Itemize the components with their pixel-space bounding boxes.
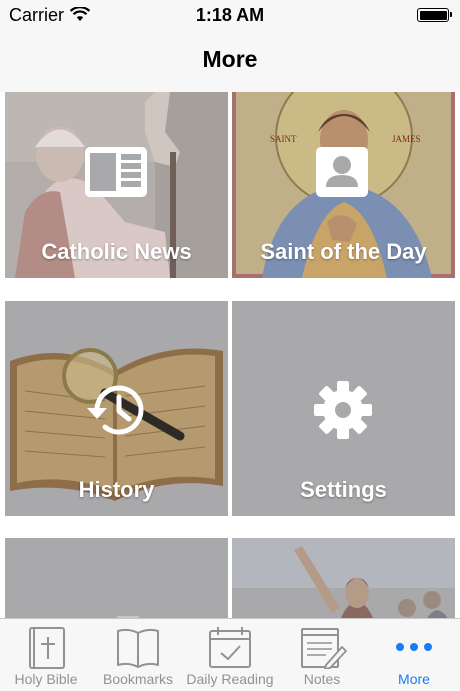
tile-6[interactable] bbox=[232, 538, 455, 618]
history-icon bbox=[87, 385, 144, 435]
tile-5[interactable] bbox=[5, 538, 228, 618]
tile-label: Catholic News bbox=[41, 239, 192, 264]
tab-label: Notes bbox=[303, 671, 341, 687]
tile-label: Saint of the Day bbox=[260, 239, 427, 264]
tile-saint-of-the-day[interactable]: SAINT JAMES Saint of the Day bbox=[232, 92, 455, 278]
tile-label: Settings bbox=[300, 477, 387, 502]
notes-icon bbox=[301, 628, 347, 669]
tab-holy-bible[interactable]: Holy Bible bbox=[0, 619, 92, 691]
more-dots-icon bbox=[396, 643, 432, 651]
bible-icon bbox=[29, 627, 65, 669]
jesus-preaching-photo bbox=[232, 538, 455, 618]
tile-settings[interactable]: Settings bbox=[232, 301, 455, 516]
battery-icon bbox=[417, 8, 452, 22]
tab-label: Bookmarks bbox=[102, 671, 174, 687]
tab-bar: Holy Bible Bookmarks Daily Reading Notes bbox=[0, 618, 460, 691]
book-icon bbox=[117, 628, 159, 668]
tab-daily-reading[interactable]: Daily Reading bbox=[184, 619, 276, 691]
more-grid[interactable]: Catholic News SAINT JAMES Saint of the D… bbox=[0, 92, 460, 618]
news-icon bbox=[85, 147, 147, 197]
tab-label: More bbox=[398, 671, 430, 687]
person-icon bbox=[316, 147, 368, 197]
saint-image-text: SAINT bbox=[270, 134, 297, 144]
tile-history[interactable]: History bbox=[5, 301, 228, 516]
status-time: 1:18 AM bbox=[195, 5, 265, 25]
status-bar: Carrier 1:18 AM bbox=[0, 0, 460, 30]
navigation-bar: More bbox=[0, 30, 460, 93]
tab-label: Daily Reading bbox=[186, 671, 274, 687]
saint-image-text: JAMES bbox=[392, 134, 421, 144]
tab-more[interactable]: More bbox=[368, 619, 460, 691]
tab-notes[interactable]: Notes bbox=[276, 619, 368, 691]
tab-bookmarks[interactable]: Bookmarks bbox=[92, 619, 184, 691]
tile-label: History bbox=[78, 477, 155, 502]
calendar-check-icon bbox=[209, 627, 251, 668]
tab-label: Holy Bible bbox=[14, 671, 78, 687]
tile-catholic-news[interactable]: Catholic News bbox=[5, 92, 228, 278]
gear-icon bbox=[314, 381, 372, 439]
page-title: More bbox=[202, 46, 258, 72]
